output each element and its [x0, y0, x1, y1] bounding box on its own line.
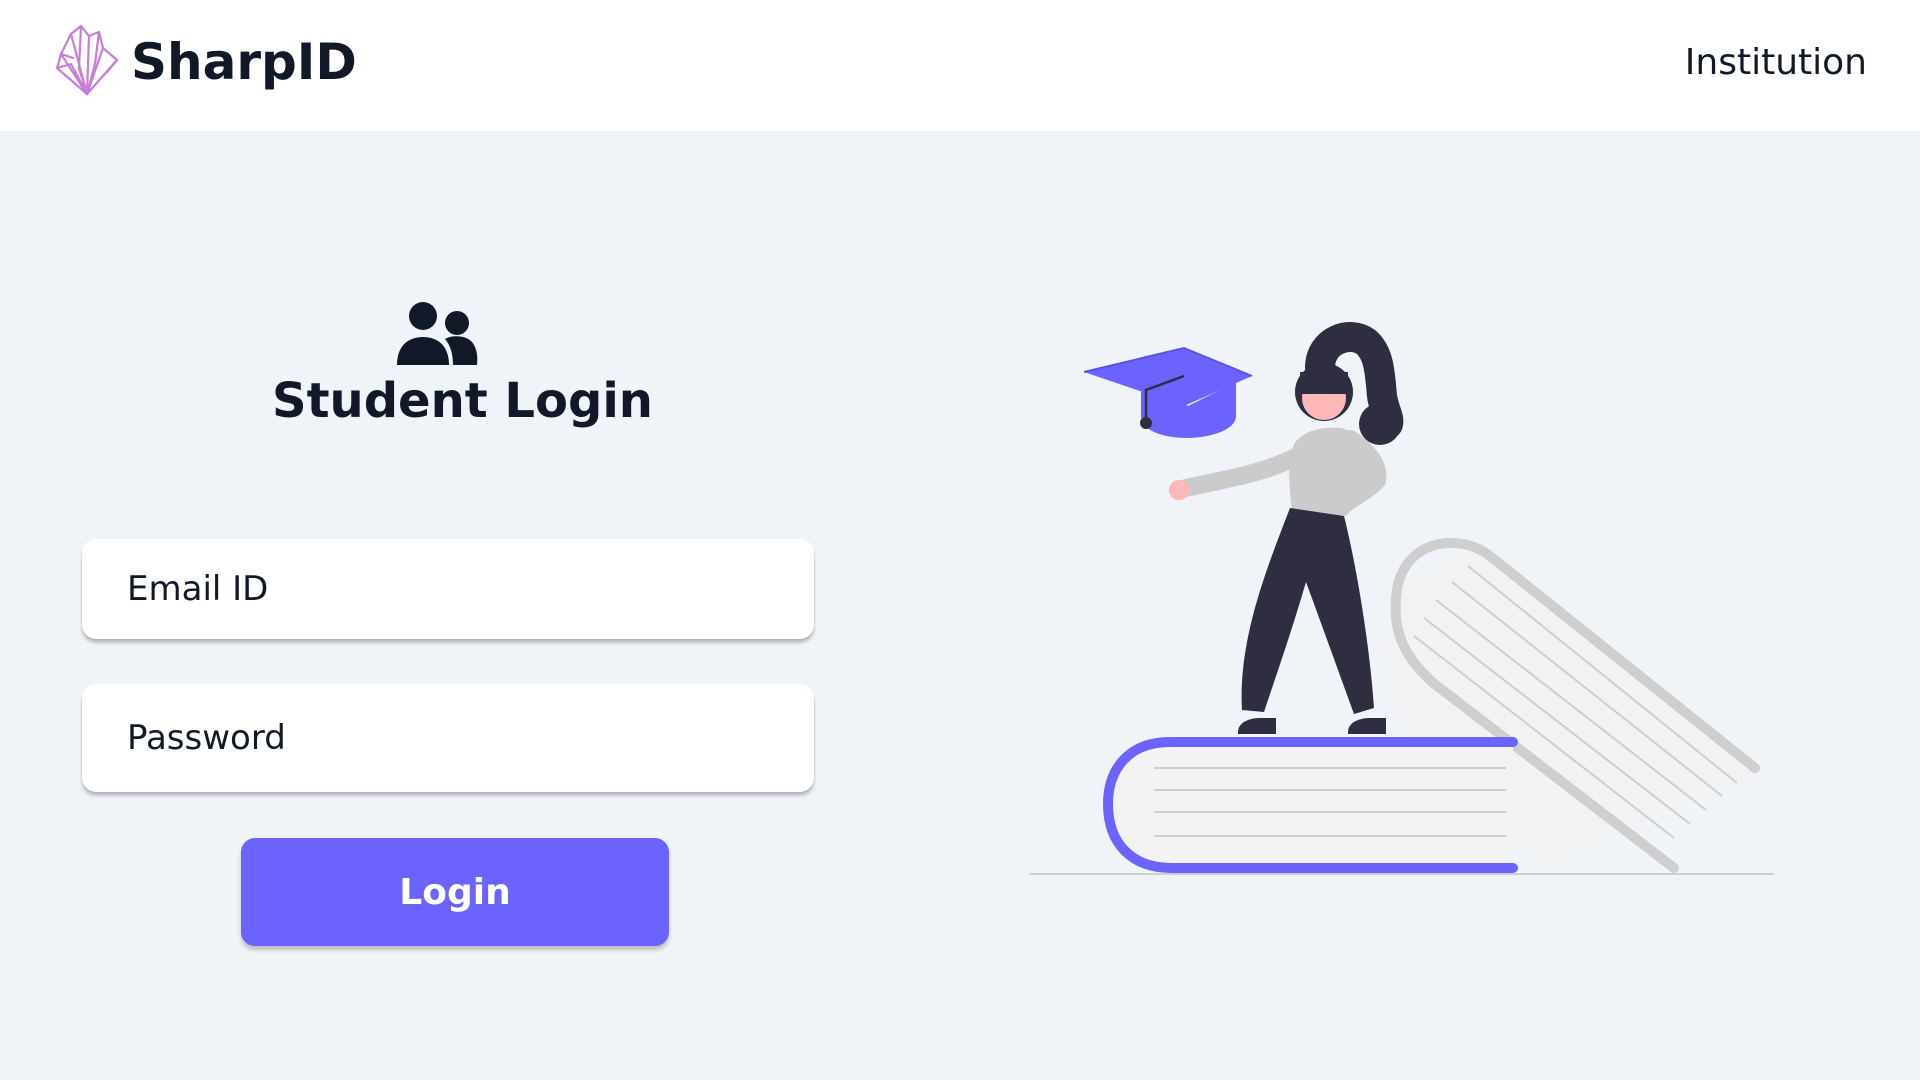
brand-name: SharpID — [131, 33, 357, 91]
login-panel: Student Login Login — [0, 131, 900, 1080]
email-field[interactable] — [82, 539, 814, 639]
student-on-books-illustration — [1030, 322, 1774, 875]
nav-link-institution[interactable]: Institution — [1685, 42, 1867, 83]
page-title: Student Login — [272, 373, 653, 429]
brand[interactable]: SharpID — [55, 24, 357, 100]
lying-book — [1102, 737, 1518, 873]
password-field[interactable] — [82, 684, 814, 792]
crystal-logo-icon — [55, 24, 119, 96]
login-button[interactable]: Login — [241, 838, 669, 946]
login-heading: Student Login — [272, 301, 653, 429]
email-field-container — [82, 539, 814, 639]
graduation-cap — [1083, 346, 1253, 438]
navbar: SharpID Institution — [0, 0, 1920, 131]
users-icon — [397, 302, 478, 365]
password-field-container — [82, 684, 814, 792]
